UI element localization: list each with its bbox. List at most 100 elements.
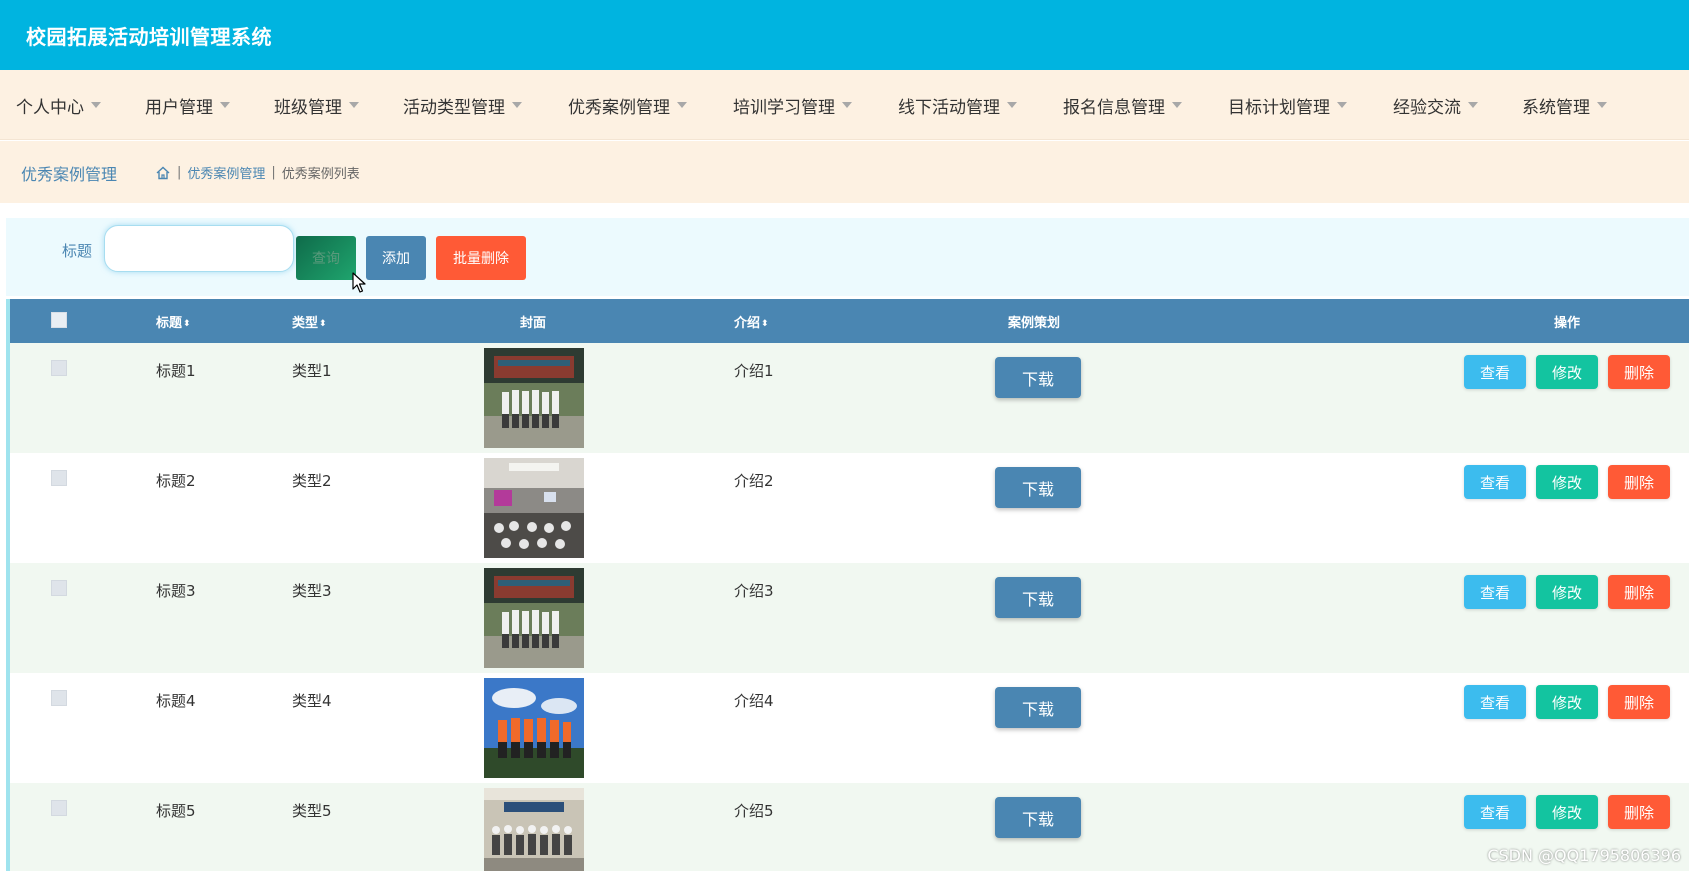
nav-item-case-management[interactable]: 优秀案例管理 xyxy=(568,70,687,140)
cell-intro: 介绍4 xyxy=(734,692,774,710)
header-actions: 操作 xyxy=(1554,316,1581,331)
nav-item-personal-center[interactable]: 个人中心 xyxy=(16,70,101,140)
cover-image[interactable] xyxy=(484,678,584,778)
download-button[interactable]: 下载 xyxy=(995,467,1081,508)
cell-title: 标题4 xyxy=(156,692,196,710)
caret-down-icon xyxy=(677,102,687,108)
edit-button[interactable]: 修改 xyxy=(1536,355,1598,389)
query-button[interactable]: 查询 xyxy=(296,236,356,280)
caret-down-icon xyxy=(220,102,230,108)
nav-item-label: 系统管理 xyxy=(1522,97,1590,118)
cell-title: 标题1 xyxy=(156,362,196,380)
caret-down-icon xyxy=(1468,102,1478,108)
batch-delete-button[interactable]: 批量删除 xyxy=(436,236,526,280)
download-button[interactable]: 下载 xyxy=(995,357,1081,398)
breadcrumb-separator: | xyxy=(271,165,276,180)
nav-item-goal-plan-management[interactable]: 目标计划管理 xyxy=(1228,70,1347,140)
nav-item-training-management[interactable]: 培训学习管理 xyxy=(733,70,852,140)
delete-button[interactable]: 删除 xyxy=(1608,685,1670,719)
caret-down-icon xyxy=(349,102,359,108)
row-checkbox[interactable] xyxy=(51,470,67,486)
cell-type: 类型3 xyxy=(292,582,332,600)
nav-item-label: 报名信息管理 xyxy=(1063,97,1165,118)
cell-type: 类型4 xyxy=(292,692,332,710)
edit-button[interactable]: 修改 xyxy=(1536,465,1598,499)
delete-button[interactable]: 删除 xyxy=(1608,355,1670,389)
header-intro[interactable]: 介绍⬍ xyxy=(734,312,769,331)
view-button[interactable]: 查看 xyxy=(1464,355,1526,389)
breadcrumb-item[interactable]: 优秀案例管理 xyxy=(187,163,265,182)
edit-button[interactable]: 修改 xyxy=(1536,685,1598,719)
breadcrumb: | 优秀案例管理 | 优秀案例列表 xyxy=(155,163,360,182)
outdoor-team-orange-icon xyxy=(484,678,584,778)
caret-down-icon xyxy=(1007,102,1017,108)
sort-icon: ⬍ xyxy=(319,319,327,329)
cell-title: 标题2 xyxy=(156,472,196,490)
row-checkbox[interactable] xyxy=(51,690,67,706)
nav-item-label: 经验交流 xyxy=(1393,97,1461,118)
row-checkbox[interactable] xyxy=(51,360,67,376)
cell-intro: 介绍3 xyxy=(734,582,774,600)
row-checkbox[interactable] xyxy=(51,800,67,816)
indoor-lecture-hall-icon xyxy=(484,458,584,558)
caret-down-icon xyxy=(1597,102,1607,108)
nav-item-experience-exchange[interactable]: 经验交流 xyxy=(1393,70,1478,140)
view-button[interactable]: 查看 xyxy=(1464,575,1526,609)
delete-button[interactable]: 删除 xyxy=(1608,795,1670,829)
nav-item-system-management[interactable]: 系统管理 xyxy=(1522,70,1607,140)
nav-item-class-management[interactable]: 班级管理 xyxy=(274,70,359,140)
main-nav: 个人中心 用户管理 班级管理 活动类型管理 优秀案例管理 培训学习管理 线下活动… xyxy=(0,70,1689,140)
cover-image[interactable] xyxy=(484,788,584,871)
group-photo-courtyard-icon xyxy=(484,568,584,668)
nav-item-user-management[interactable]: 用户管理 xyxy=(145,70,230,140)
nav-item-label: 线下活动管理 xyxy=(898,97,1000,118)
download-button[interactable]: 下载 xyxy=(995,577,1081,618)
title-search-input[interactable] xyxy=(104,225,294,272)
header-title[interactable]: 标题⬍ xyxy=(156,312,191,331)
caret-down-icon xyxy=(1337,102,1347,108)
view-button[interactable]: 查看 xyxy=(1464,795,1526,829)
table-header: 标题⬍ 类型⬍ 封面 介绍⬍ 案例策划 操作 xyxy=(10,299,1689,343)
data-table: 标题⬍ 类型⬍ 封面 介绍⬍ 案例策划 操作 标题1 类型1 介绍1 下载 查看… xyxy=(6,299,1689,871)
cell-type: 类型2 xyxy=(292,472,332,490)
download-button[interactable]: 下载 xyxy=(995,687,1081,728)
edit-button[interactable]: 修改 xyxy=(1536,575,1598,609)
cover-image[interactable] xyxy=(484,568,584,668)
row-checkbox[interactable] xyxy=(51,580,67,596)
table-row: 标题3 类型3 介绍3 下载 查看 修改 删除 xyxy=(10,563,1689,673)
delete-button[interactable]: 删除 xyxy=(1608,465,1670,499)
home-icon[interactable] xyxy=(155,165,171,181)
breadcrumb-separator: | xyxy=(177,165,182,180)
header-case-plan: 案例策划 xyxy=(1008,316,1061,331)
search-label: 标题 xyxy=(62,242,93,260)
nav-item-label: 优秀案例管理 xyxy=(568,97,670,118)
search-panel: 标题 查询 添加 批量删除 xyxy=(6,218,1689,296)
edit-button[interactable]: 修改 xyxy=(1536,795,1598,829)
nav-item-activity-type-management[interactable]: 活动类型管理 xyxy=(403,70,522,140)
cell-intro: 介绍5 xyxy=(734,802,774,820)
view-button[interactable]: 查看 xyxy=(1464,685,1526,719)
nav-item-label: 培训学习管理 xyxy=(733,97,835,118)
nav-item-offline-activity-management[interactable]: 线下活动管理 xyxy=(898,70,1017,140)
caret-down-icon xyxy=(842,102,852,108)
view-button[interactable]: 查看 xyxy=(1464,465,1526,499)
header-type-label: 类型 xyxy=(292,316,319,331)
delete-button[interactable]: 删除 xyxy=(1608,575,1670,609)
nav-item-label: 个人中心 xyxy=(16,97,84,118)
add-button[interactable]: 添加 xyxy=(366,236,426,280)
watermark-text: CSDN @QQ1795806396 xyxy=(1487,846,1681,865)
cover-image[interactable] xyxy=(484,458,584,558)
cell-type: 类型1 xyxy=(292,362,332,380)
header-type[interactable]: 类型⬍ xyxy=(292,312,327,331)
nav-item-label: 活动类型管理 xyxy=(403,97,505,118)
header-intro-label: 介绍 xyxy=(734,316,761,331)
download-button[interactable]: 下载 xyxy=(995,797,1081,838)
sort-icon: ⬍ xyxy=(183,319,191,329)
breadcrumb-bar: 优秀案例管理 | 优秀案例管理 | 优秀案例列表 xyxy=(0,141,1689,203)
nav-item-label: 用户管理 xyxy=(145,97,213,118)
app-header: 校园拓展活动培训管理系统 xyxy=(0,0,1689,70)
nav-item-registration-management[interactable]: 报名信息管理 xyxy=(1063,70,1182,140)
nav-item-label: 目标计划管理 xyxy=(1228,97,1330,118)
select-all-checkbox[interactable] xyxy=(51,312,67,328)
cover-image[interactable] xyxy=(484,348,584,448)
